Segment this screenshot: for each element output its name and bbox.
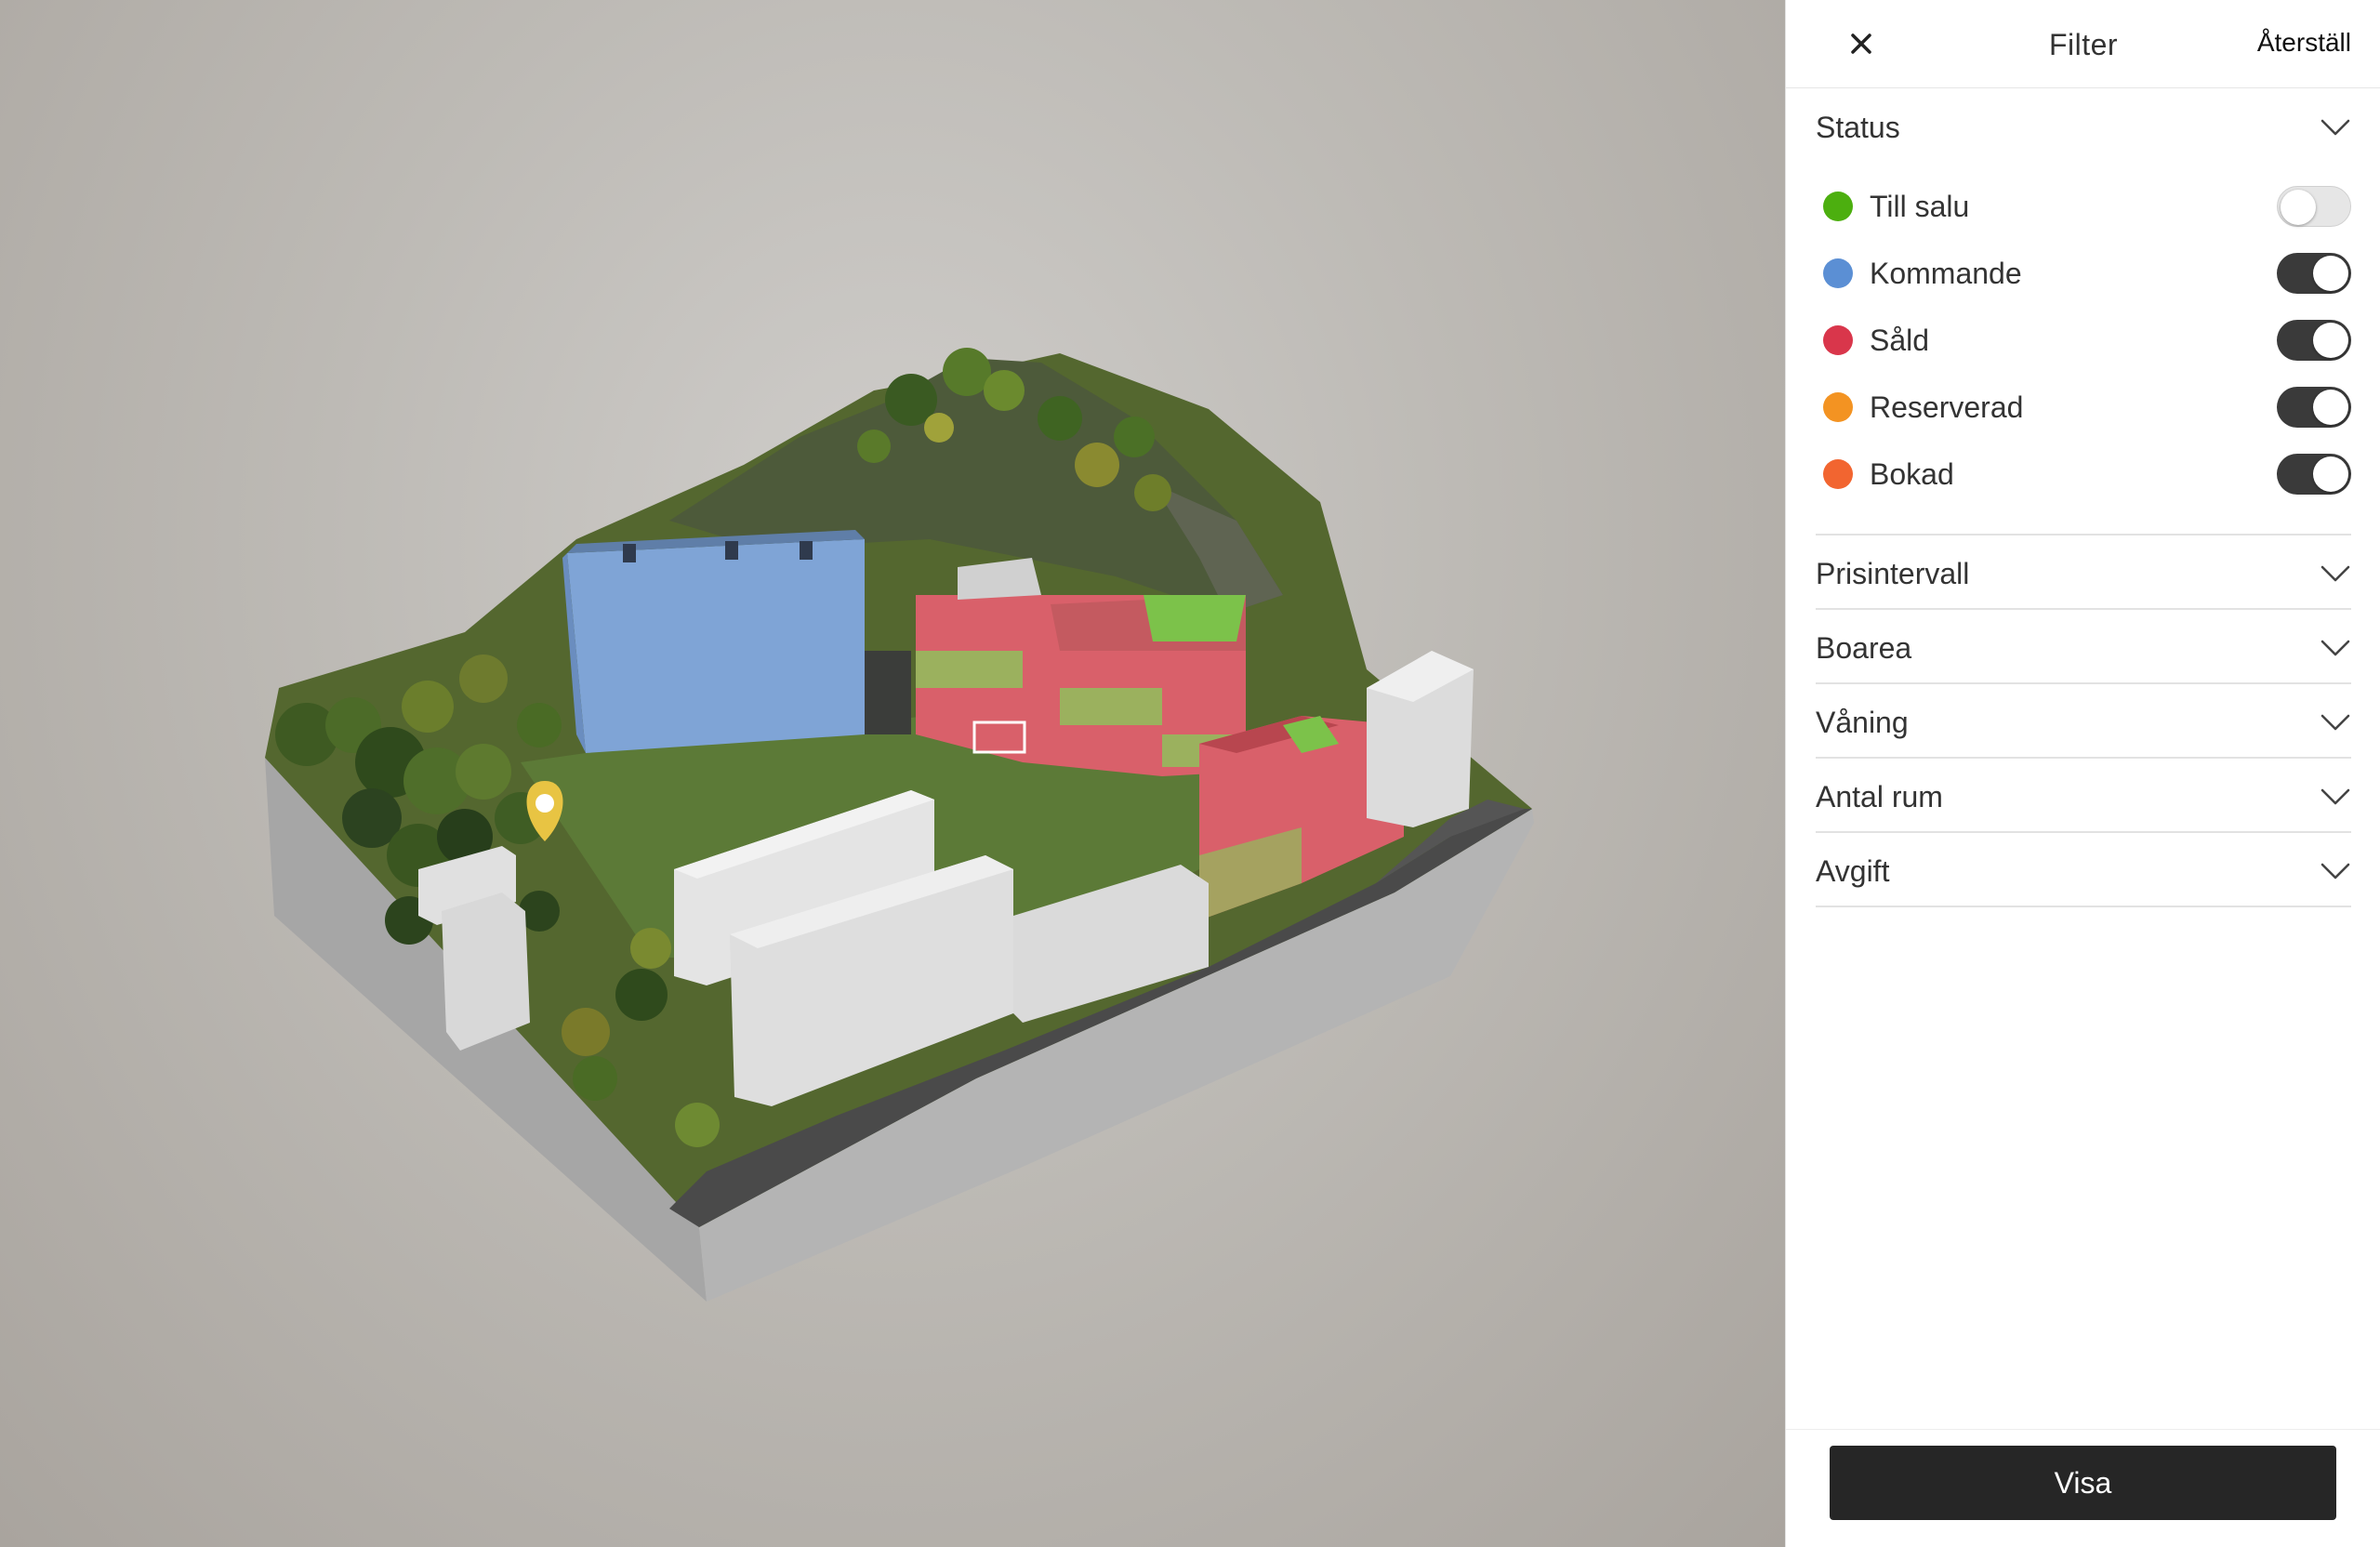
status-item-kommande: Kommande xyxy=(1816,240,2351,307)
chevron-down-icon xyxy=(2320,788,2350,805)
status-label: Till salu xyxy=(1870,189,1970,223)
filter-antal-rum: Antal rum xyxy=(1816,760,2351,833)
avgift-header[interactable]: Avgift xyxy=(1816,835,2351,907)
map-3d-viewport[interactable] xyxy=(0,0,1785,1547)
chevron-down-icon xyxy=(2320,863,2350,879)
divider xyxy=(1816,534,2351,536)
vaning-label: Våning xyxy=(1816,705,1909,739)
filter-boarea: Boarea xyxy=(1816,612,2351,684)
panel-footer: Visa xyxy=(1786,1429,2380,1547)
reset-button[interactable]: Återställ xyxy=(2257,28,2351,58)
status-list: Till salu Kommande Såld Reserverad Bokad xyxy=(1816,173,2351,508)
chevron-down-icon xyxy=(2320,640,2350,656)
building-dark xyxy=(865,651,911,734)
divider xyxy=(1816,757,2351,759)
boarea-header[interactable]: Boarea xyxy=(1816,612,2351,684)
status-dot xyxy=(1823,258,1853,288)
chevron-down-icon xyxy=(2320,119,2350,136)
status-label: Reserverad xyxy=(1870,390,2024,424)
vaning-header[interactable]: Våning xyxy=(1816,686,2351,759)
toggle-knob xyxy=(2313,390,2348,425)
status-section-label: Status xyxy=(1816,110,1900,144)
toggle-knob xyxy=(2313,323,2348,358)
prisintervall-header[interactable]: Prisintervall xyxy=(1816,537,2351,610)
toggle-bokad[interactable] xyxy=(2277,454,2351,495)
toggle-knob xyxy=(2281,190,2316,225)
boarea-label: Boarea xyxy=(1816,630,1912,665)
status-dot xyxy=(1823,459,1853,489)
filter-vaning: Våning xyxy=(1816,686,2351,759)
prisintervall-label: Prisintervall xyxy=(1816,556,1970,590)
building-upcoming[interactable] xyxy=(562,530,865,753)
status-label: Kommande xyxy=(1870,256,2022,290)
divider xyxy=(1816,906,2351,907)
divider xyxy=(1816,831,2351,833)
toggle-till-salu[interactable] xyxy=(2277,186,2351,227)
antal-rum-header[interactable]: Antal rum xyxy=(1816,760,2351,833)
status-dot xyxy=(1823,392,1853,422)
status-section-header[interactable]: Status xyxy=(1816,91,2351,164)
status-label: Såld xyxy=(1870,323,1930,357)
chevron-down-icon xyxy=(2320,565,2350,582)
show-results-button[interactable]: Visa xyxy=(1830,1446,2336,1520)
status-item-till-salu: Till salu xyxy=(1816,173,2351,240)
avgift-label: Avgift xyxy=(1816,853,1890,888)
divider xyxy=(1816,608,2351,610)
toggle-reserverad[interactable] xyxy=(2277,387,2351,428)
status-dot xyxy=(1823,325,1853,355)
toggle-kommande[interactable] xyxy=(2277,253,2351,294)
status-label: Bokad xyxy=(1870,456,1954,491)
status-section: Status Till salu Kommande Såld Reservera… xyxy=(1816,91,2351,508)
status-item-reserverad: Reserverad xyxy=(1816,374,2351,441)
chevron-down-icon xyxy=(2320,714,2350,731)
status-item-bokad: Bokad xyxy=(1816,441,2351,508)
filter-avgift: Avgift xyxy=(1816,835,2351,907)
toggle-sald[interactable] xyxy=(2277,320,2351,361)
filter-header: Filter Återställ xyxy=(1786,0,2380,88)
antal-rum-label: Antal rum xyxy=(1816,779,1943,813)
divider xyxy=(1816,682,2351,684)
toggle-knob xyxy=(2313,256,2348,291)
filter-prisintervall: Prisintervall xyxy=(1816,537,2351,610)
status-dot xyxy=(1823,192,1853,221)
filter-panel: Filter Återställ Status Till salu Komman… xyxy=(1785,0,2380,1547)
building-white-tall xyxy=(1367,651,1474,827)
toggle-knob xyxy=(2313,456,2348,492)
status-item-sald: Såld xyxy=(1816,307,2351,374)
site-model xyxy=(265,348,1534,1302)
